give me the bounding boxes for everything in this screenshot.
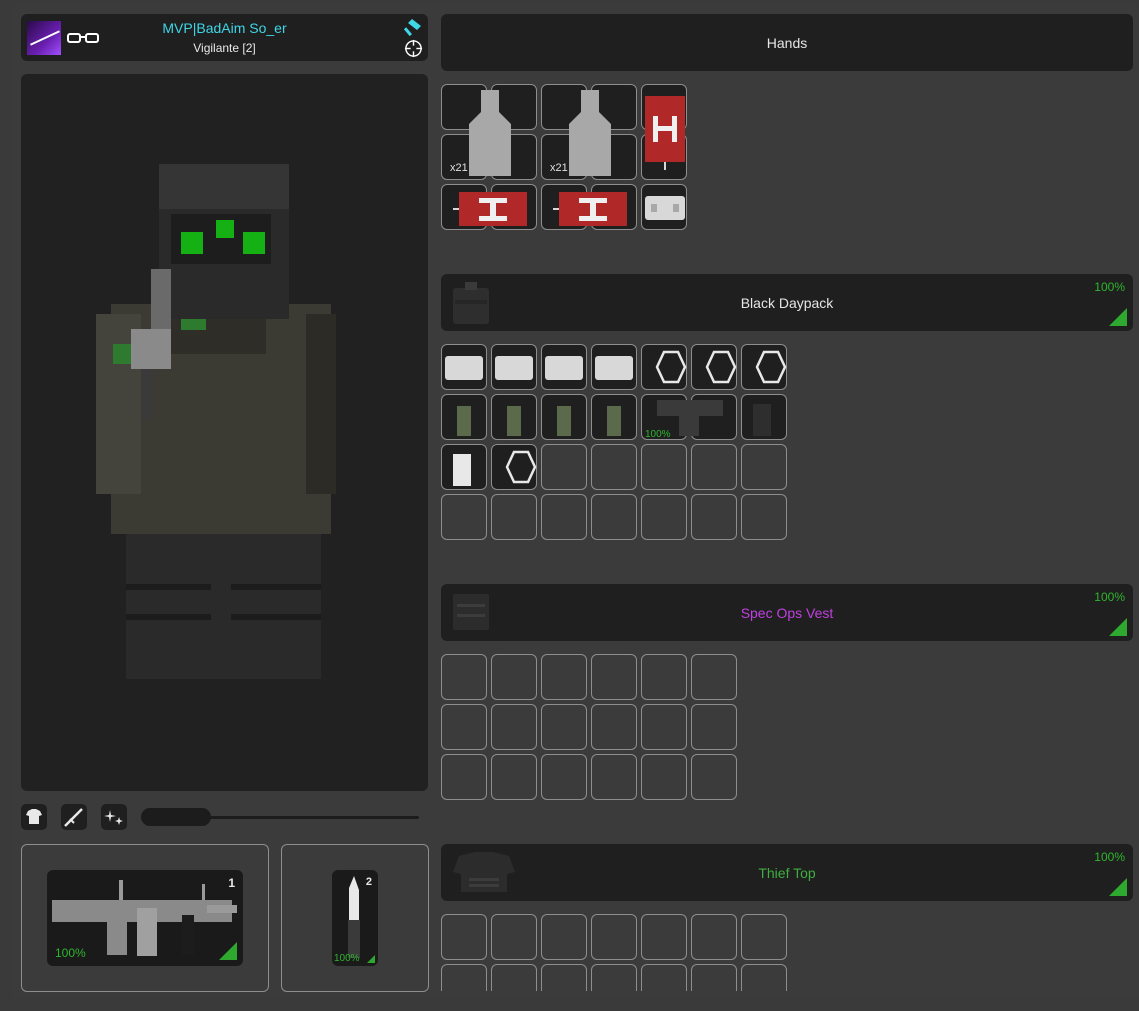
shirt-cell[interactable] (691, 914, 737, 960)
shirt-cell[interactable] (741, 964, 787, 991)
shirt-cell[interactable] (691, 964, 737, 991)
shirt-cell[interactable] (541, 914, 587, 960)
shirt-cell[interactable] (441, 964, 487, 991)
bandage-icon (445, 356, 633, 380)
shirt-cell[interactable] (491, 914, 537, 960)
shirt-grid (0, 0, 1139, 991)
shirt-cell[interactable] (641, 964, 687, 991)
backpack-item-quality: 100% (645, 429, 671, 440)
backpack-items (445, 350, 787, 486)
shirt-cell[interactable] (591, 964, 637, 991)
shirt-cell[interactable] (741, 914, 787, 960)
shirt-cell[interactable] (491, 964, 537, 991)
shirt-cell[interactable] (441, 914, 487, 960)
grenade-icon (457, 406, 621, 436)
shirt-cell[interactable] (541, 964, 587, 991)
shirt-cell[interactable] (591, 914, 637, 960)
shirt-cell[interactable] (641, 914, 687, 960)
